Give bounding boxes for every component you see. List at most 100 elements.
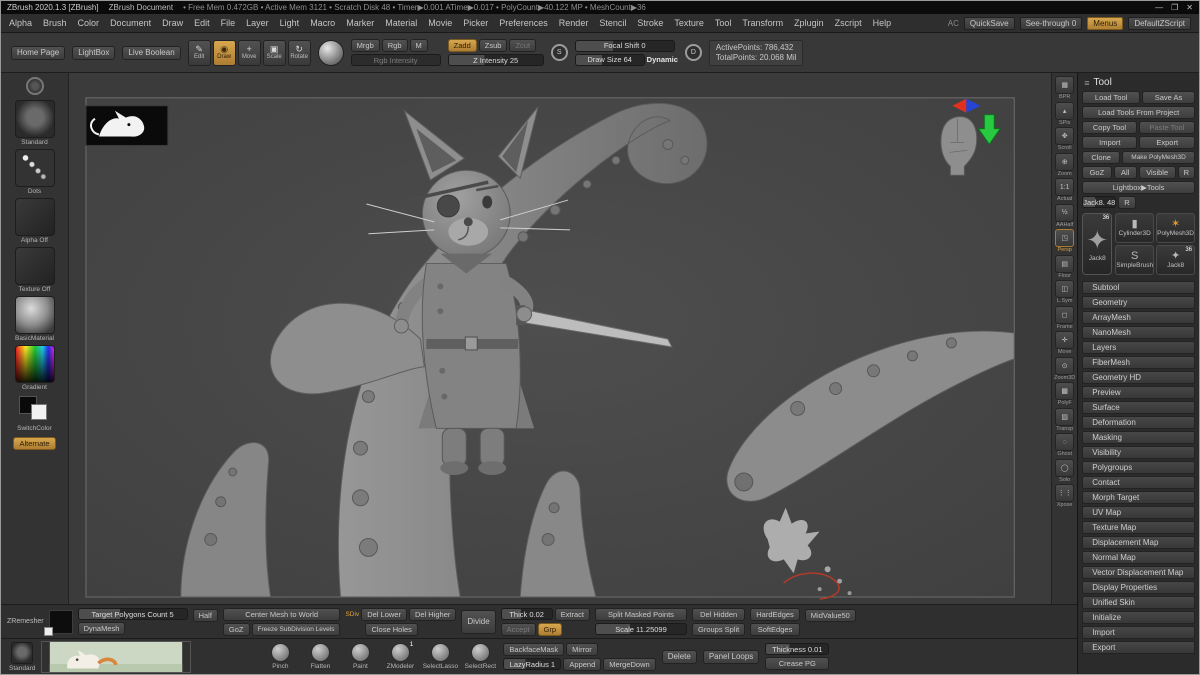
tool-section[interactable]: Deformation (1082, 416, 1195, 429)
right-shelf-button[interactable]: ⋮⋮ Xpose (1055, 484, 1074, 509)
tray-brush-button[interactable]: Paint (343, 643, 377, 670)
tool-section[interactable]: Normal Map (1082, 551, 1195, 564)
focal-shift-slider[interactable]: Focal Shift 0 (575, 40, 675, 52)
tray-brush-selector[interactable]: Standard (9, 642, 35, 672)
menu-item[interactable]: Macro (310, 18, 335, 28)
mode-button[interactable]: ✎ Edit (188, 40, 211, 66)
stroke-curve-icon[interactable]: S (551, 44, 568, 61)
tool-thumbnail[interactable]: ▮ Cylinder3D (1115, 213, 1154, 243)
tool-section[interactable]: Surface (1082, 401, 1195, 414)
accept-button[interactable]: Accept (501, 623, 536, 636)
right-shelf-button[interactable]: ◫ L.Sym (1055, 280, 1074, 305)
home-page-button[interactable]: Home Page (11, 46, 65, 60)
visible-button[interactable]: Visible (1139, 166, 1176, 179)
right-shelf-button[interactable]: ✛ Move (1055, 331, 1074, 356)
tool-section[interactable]: Texture Map (1082, 521, 1195, 534)
draw-size-slider[interactable]: Draw Size 64 (575, 54, 645, 66)
menu-item[interactable]: Marker (346, 18, 374, 28)
right-shelf-button[interactable]: ▨ Transp (1055, 408, 1074, 433)
close-icon[interactable]: ✕ (1186, 3, 1193, 12)
menu-item[interactable]: Alpha (9, 18, 32, 28)
append-button[interactable]: Append (563, 658, 601, 671)
tool-section[interactable]: Vector Displacement Map (1082, 566, 1195, 579)
zadd-button[interactable]: Zadd (448, 39, 477, 52)
menu-item[interactable]: Transform (742, 18, 783, 28)
menu-item[interactable]: Zplugin (794, 18, 824, 28)
material-preview-sphere[interactable] (318, 40, 344, 66)
half-button[interactable]: Half (193, 609, 218, 622)
menu-item[interactable]: Help (873, 18, 892, 28)
rgb-button[interactable]: Rgb (382, 39, 408, 52)
r-button[interactable]: R (1178, 166, 1195, 179)
right-shelf-button[interactable]: ▴ SPix (1055, 102, 1074, 127)
brush-selector[interactable]: Standard (15, 100, 55, 146)
tool-section[interactable]: Geometry HD (1082, 371, 1195, 384)
mrgb-button[interactable]: Mrgb (351, 39, 380, 52)
make-polymesh3d-button[interactable]: Make PolyMesh3D (1122, 151, 1195, 164)
mode-button[interactable]: ▣ Scale (263, 40, 286, 66)
z-intensity-slider[interactable]: Z Intensity 25 (448, 54, 544, 66)
hamburger-icon[interactable]: ≡ (1084, 78, 1089, 88)
tool-section[interactable]: Initialize (1082, 611, 1195, 624)
right-shelf-button[interactable]: ▤ Floor (1055, 255, 1074, 280)
tool-section[interactable]: Masking (1082, 431, 1195, 444)
tool-section[interactable]: Displacement Map (1082, 536, 1195, 549)
document-preview-thumbnail[interactable] (41, 641, 191, 673)
tray-brush-button[interactable]: Pinch (263, 643, 297, 670)
paste-tool-button[interactable]: Paste Tool (1139, 121, 1195, 134)
right-shelf-button[interactable]: ▦ BPR (1055, 76, 1074, 101)
tool-section[interactable]: Preview (1082, 386, 1195, 399)
right-shelf-button[interactable]: ½ AAHalf (1055, 204, 1074, 229)
menu-item[interactable]: Texture (674, 18, 704, 28)
menu-item[interactable]: Picker (463, 18, 488, 28)
switch-color[interactable]: SwitchColor (15, 394, 55, 432)
right-shelf-button[interactable]: ◳ Persp (1055, 229, 1074, 254)
tray-brush-button[interactable]: SelectRect (463, 643, 497, 670)
menu-item[interactable]: Render (559, 18, 589, 28)
menu-item[interactable]: Layer (246, 18, 269, 28)
export-button[interactable]: Export (1139, 136, 1195, 149)
menu-item[interactable]: Edit (194, 18, 210, 28)
menu-item[interactable]: Zscript (835, 18, 862, 28)
menu-item[interactable]: Movie (428, 18, 452, 28)
tool-section[interactable]: UV Map (1082, 506, 1195, 519)
right-shelf-button[interactable]: ✥ Scroll (1055, 127, 1074, 152)
color-picker[interactable]: Gradient (15, 345, 55, 391)
menu-item[interactable]: Tool (715, 18, 732, 28)
tool-section[interactable]: FiberMesh (1082, 356, 1195, 369)
density-curve-icon[interactable]: D (685, 44, 702, 61)
dynamesh-button[interactable]: DynaMesh (78, 622, 126, 635)
mirror-button[interactable]: Mirror (566, 643, 598, 656)
tool-section[interactable]: NanoMesh (1082, 326, 1195, 339)
zsub-button[interactable]: Zsub (479, 39, 508, 52)
clone-button[interactable]: Clone (1082, 151, 1120, 164)
viewport[interactable] (69, 73, 1051, 604)
see-through-slider[interactable]: See-through 0 (1020, 17, 1083, 30)
alpha-preview-thumbnail[interactable] (86, 106, 168, 146)
thickness-slider[interactable]: Thickness 0.01 (765, 643, 829, 655)
default-zscript-button[interactable]: DefaultZScript (1128, 17, 1191, 30)
backface-mask-button[interactable]: BackfaceMask (503, 643, 564, 656)
mode-button[interactable]: + Move (238, 40, 261, 66)
load-tool-button[interactable]: Load Tool (1082, 91, 1140, 104)
all-button[interactable]: All (1114, 166, 1137, 179)
tray-brush-button[interactable]: 1 ZModeler (383, 643, 417, 670)
alternate-button[interactable]: Alternate (13, 437, 55, 450)
goz-button[interactable]: GoZ (1082, 166, 1111, 179)
menu-item[interactable]: Stroke (637, 18, 663, 28)
split-masked-points-button[interactable]: Split Masked Points (595, 608, 687, 621)
freeze-subdivision-button[interactable]: Freeze SubDivision Levels (252, 623, 341, 636)
extract-button[interactable]: Extract (555, 608, 590, 621)
right-shelf-button[interactable]: ◌ Ghost (1055, 433, 1074, 458)
right-shelf-button[interactable]: ◯ Solo (1055, 459, 1074, 484)
tray-brush-button[interactable]: SelectLasso (423, 643, 457, 670)
material-selector[interactable]: BasicMaterial (15, 296, 55, 342)
menu-item[interactable]: Draw (162, 18, 183, 28)
menu-item[interactable]: Brush (43, 18, 67, 28)
tool-section[interactable]: ArrayMesh (1082, 311, 1195, 324)
quicksave-button[interactable]: QuickSave (964, 17, 1015, 30)
maximize-icon[interactable]: ❐ (1171, 3, 1178, 12)
stroke-selector[interactable]: Dots (15, 149, 55, 195)
del-hidden-button[interactable]: Del Hidden (692, 608, 745, 621)
tool-section[interactable]: Unified Skin (1082, 596, 1195, 609)
